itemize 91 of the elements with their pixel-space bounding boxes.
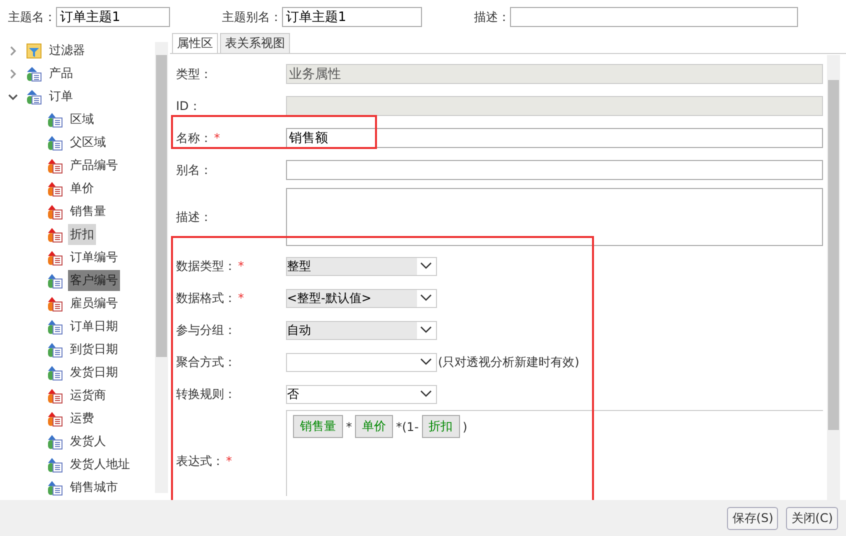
text-field[interactable]: 订单主题1 — [282, 7, 422, 27]
tree-item[interactable]: 客户编号 — [68, 270, 120, 291]
chevron-icon[interactable] — [8, 92, 18, 102]
field-icon — [47, 388, 63, 404]
operator-text: *(1- — [396, 419, 419, 434]
text-field[interactable]: 业务属性 — [286, 64, 823, 84]
field-icon — [47, 318, 63, 334]
required-mark: * — [238, 290, 244, 304]
field-icon — [47, 434, 63, 450]
field-icon — [47, 112, 63, 128]
text-field[interactable]: 销售额 — [286, 128, 823, 148]
tree-item[interactable]: 发货日期 — [68, 362, 120, 383]
required-mark: * — [238, 258, 244, 272]
tree-item[interactable]: 运费 — [68, 408, 96, 429]
tree-item[interactable]: 订单日期 — [68, 316, 120, 337]
field-label: 描述： — [474, 8, 510, 26]
tree-item[interactable]: 产品编号 — [68, 155, 120, 176]
field-label: 转换规则： — [176, 386, 236, 400]
tree-item[interactable]: 单价 — [68, 178, 96, 199]
chevron-icon — [420, 358, 432, 366]
tree-item[interactable]: 订单编号 — [68, 247, 120, 268]
tab[interactable]: 表关系视图 — [220, 33, 290, 53]
dropdown[interactable]: 自动 — [286, 320, 437, 340]
field-icon — [47, 204, 63, 220]
field-label: ID： — [176, 98, 201, 112]
field-icon — [47, 226, 63, 242]
button[interactable]: 关闭(C) — [786, 506, 838, 530]
tree-item[interactable]: 过滤器 — [47, 40, 87, 61]
field-icon — [47, 250, 63, 266]
tree-item[interactable]: 订单 — [47, 86, 75, 107]
text-field[interactable]: 订单主题1 — [56, 7, 170, 27]
tree-item[interactable]: 产品 — [47, 63, 75, 84]
field-label: 数据格式： — [176, 290, 236, 304]
chevron-icon — [420, 326, 432, 334]
tree-item[interactable]: 区域 — [68, 109, 96, 130]
field-label: 描述： — [176, 210, 212, 224]
table-icon — [26, 66, 42, 82]
text-field[interactable] — [510, 7, 798, 27]
field-token[interactable]: 折扣 — [422, 415, 460, 438]
tree-item[interactable]: 发货人 — [68, 431, 108, 452]
dropdown[interactable]: <整型-默认值> — [286, 288, 437, 308]
scrollbar[interactable] — [827, 55, 840, 500]
operator-text: * — [346, 419, 352, 434]
field-icon — [47, 456, 63, 472]
text-area[interactable] — [286, 188, 823, 246]
chevron-icon — [420, 262, 432, 270]
filter-icon — [26, 42, 42, 58]
field-icon — [47, 158, 63, 174]
field-label: 表达式： — [176, 454, 224, 468]
field-label: 名称： — [176, 130, 212, 144]
field-token[interactable]: 销售量 — [293, 415, 343, 438]
field-icon — [47, 364, 63, 380]
field-icon — [47, 480, 63, 496]
field-label: 主题别名： — [222, 8, 282, 26]
field-icon — [47, 272, 63, 288]
field-icon — [47, 296, 63, 312]
tab[interactable]: 属性区 — [172, 33, 218, 53]
tree-item[interactable]: 折扣 — [68, 224, 96, 245]
field-label: 别名： — [176, 162, 212, 176]
required-mark: * — [226, 454, 232, 468]
chevron-icon — [420, 294, 432, 302]
tree-item[interactable]: 父区域 — [68, 132, 108, 153]
table-icon — [26, 88, 42, 104]
field-icon — [47, 342, 63, 358]
button[interactable]: 保存(S) — [727, 506, 778, 530]
field-label: 参与分组： — [176, 322, 236, 336]
tree-item[interactable]: 发货人地址 — [68, 454, 132, 475]
dropdown[interactable]: 否 — [286, 384, 437, 404]
text-field[interactable] — [286, 96, 823, 116]
dropdown[interactable]: 整型 — [286, 256, 437, 276]
field-label: 聚合方式： — [176, 354, 236, 368]
field-label: 类型： — [176, 66, 212, 80]
field-label: 主题名： — [8, 8, 56, 26]
hint-text: (只对透视分析新建时有效) — [438, 354, 580, 370]
tree-item[interactable]: 运货商 — [68, 385, 108, 406]
field-icon — [47, 180, 63, 196]
text-field[interactable] — [286, 160, 823, 180]
expression-editor[interactable]: 销售量 * 单价 *(1- 折扣 ) — [286, 410, 823, 496]
field-icon — [47, 410, 63, 426]
dropdown[interactable] — [286, 352, 437, 372]
tree-item[interactable]: 销售城市 — [68, 477, 120, 497]
tree-item[interactable]: 到货日期 — [68, 339, 120, 360]
required-mark: * — [214, 130, 220, 144]
field-label: 数据类型： — [176, 258, 236, 272]
field-icon — [47, 134, 63, 150]
field-token[interactable]: 单价 — [355, 415, 393, 438]
scrollbar[interactable] — [155, 42, 168, 493]
operator-text: ) — [462, 419, 468, 434]
tree-item[interactable]: 雇员编号 — [68, 293, 120, 314]
tree-item[interactable]: 销售量 — [68, 201, 108, 222]
chevron-icon — [420, 390, 432, 398]
